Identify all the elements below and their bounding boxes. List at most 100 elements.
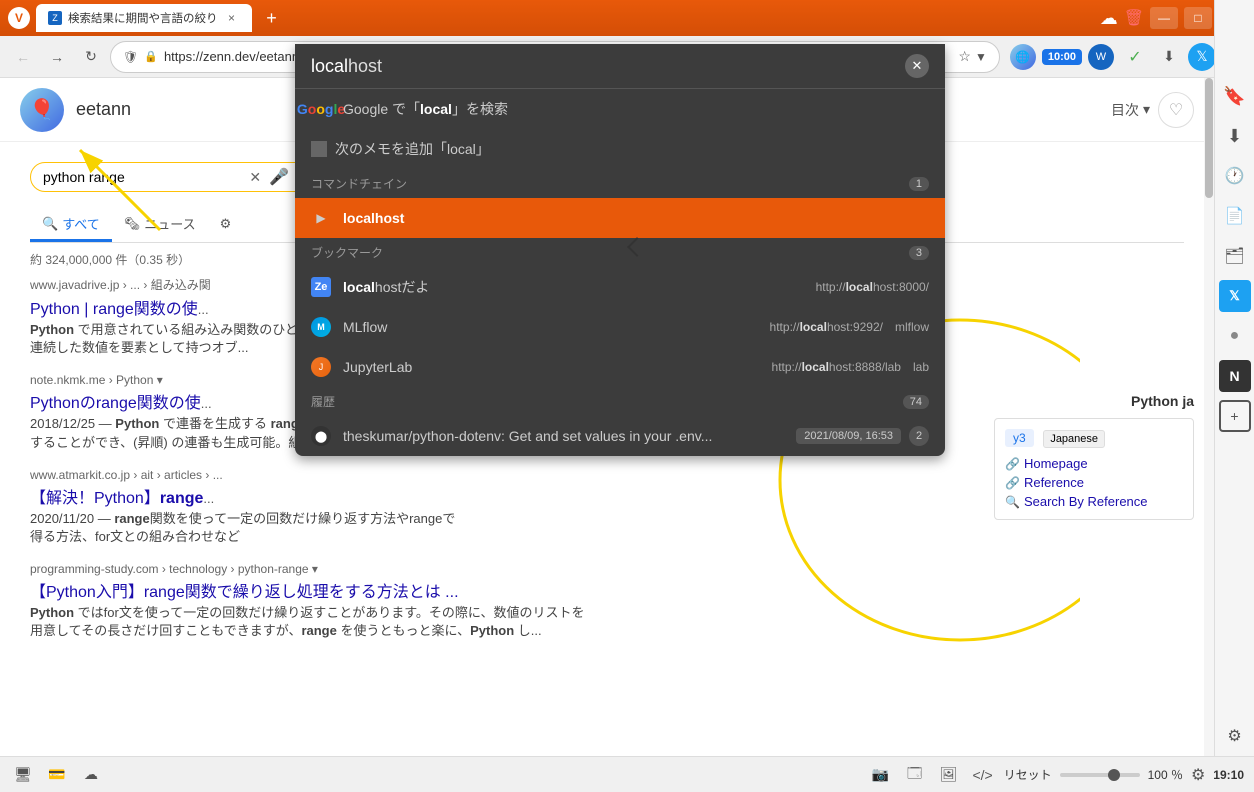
right-sidebar: 🔖 ⬇ 🕐 📄 🗂 𝕏 ● N + ⚙ bbox=[1214, 0, 1254, 792]
reset-label[interactable]: リセット bbox=[1004, 766, 1052, 783]
sidebar-n-icon[interactable]: N bbox=[1219, 360, 1251, 392]
bookmark-icon[interactable]: ☆ bbox=[958, 48, 971, 65]
omnibox-close-button[interactable]: ✕ bbox=[905, 54, 929, 78]
tab-title: 検索結果に期間や言語の絞り bbox=[68, 10, 218, 26]
extensions-button[interactable]: W bbox=[1086, 42, 1116, 72]
omnibox-localhost-item[interactable]: ▶ localhost bbox=[295, 198, 945, 238]
zoom-slider[interactable] bbox=[1060, 773, 1140, 777]
localhost-icon: ▶ bbox=[311, 208, 331, 228]
zoom-control bbox=[1060, 773, 1140, 777]
bottom-gear-icon[interactable]: ⚙ bbox=[1191, 765, 1205, 785]
favorite-button[interactable]: ♡ bbox=[1158, 92, 1194, 128]
more-icon: ⚙ bbox=[220, 216, 232, 232]
bottom-camera-icon[interactable]: 📷 bbox=[868, 762, 894, 788]
reference-label: Reference bbox=[1024, 475, 1084, 490]
omnibox-history-1[interactable]: ⬤ theskumar/python-dotenv: Get and set v… bbox=[295, 416, 945, 456]
ze-icon: Ze bbox=[311, 277, 331, 297]
history-date-badge: 2021/08/09, 16:53 bbox=[796, 428, 901, 444]
back-button[interactable]: ← bbox=[8, 42, 38, 72]
bookmark-section-label: ブックマーク bbox=[311, 244, 383, 261]
omnibox-completed-text: host bbox=[348, 56, 382, 76]
sidebar-history-icon[interactable]: 🕐 bbox=[1219, 160, 1251, 192]
toc-label: 目次 bbox=[1111, 100, 1139, 120]
google-search-suffix: 」を検索 bbox=[452, 101, 508, 117]
bottom-cloud-icon[interactable]: ☁ bbox=[78, 762, 104, 788]
search-input[interactable] bbox=[43, 169, 241, 185]
twitter-icon[interactable]: 𝕏 bbox=[1188, 43, 1216, 71]
toc-button[interactable]: 目次 ▾ bbox=[1111, 100, 1150, 120]
shield-icon: 🛡 bbox=[123, 50, 138, 64]
tab-close-button[interactable]: × bbox=[224, 10, 240, 26]
bookmark-3-tag: lab bbox=[913, 360, 929, 374]
omnibox-bookmark-3[interactable]: J JupyterLab http://localhost:8888/lab l… bbox=[295, 347, 945, 387]
history-section-count: 74 bbox=[903, 395, 929, 409]
bottom-card-icon[interactable]: 💳 bbox=[44, 762, 70, 788]
omnibox-google-search-item[interactable]: Google Google で「local」を検索 bbox=[295, 89, 945, 129]
bookmark-3-url: http://localhost:8888/lab bbox=[772, 360, 901, 374]
new-tab-button[interactable]: + bbox=[258, 4, 286, 32]
google-search-bold: local bbox=[420, 101, 452, 117]
bookmark-2-tag: mlflow bbox=[895, 320, 929, 334]
external-icon2: 🔗 bbox=[1005, 476, 1020, 490]
site-logo: 🎈 bbox=[20, 88, 64, 132]
sidebar-reading-icon[interactable]: 📄 bbox=[1219, 200, 1251, 232]
omnibox-bookmark-1[interactable]: Ze localhostだよ http://localhost:8000/ bbox=[295, 267, 945, 307]
tab-news[interactable]: 🗞 ニュース bbox=[112, 208, 208, 242]
dropdown-icon[interactable]: ▼ bbox=[975, 50, 987, 64]
omnibox-history-section: 履歴 74 bbox=[295, 387, 945, 416]
search-by-reference-link[interactable]: 🔍 Search By Reference bbox=[1005, 494, 1183, 509]
news-icon: 🗞 bbox=[124, 216, 141, 232]
scrollbar-thumb bbox=[1205, 78, 1213, 198]
bottom-monitor-icon[interactable]: 🖥 bbox=[10, 762, 36, 788]
cloud-icon[interactable]: ☁ bbox=[1100, 8, 1118, 29]
active-tab[interactable]: Z 検索結果に期間や言語の絞り × bbox=[36, 4, 252, 32]
omnibox-command-section: コマンドチェイン 1 bbox=[295, 169, 945, 198]
mlflow-icon: M bbox=[311, 317, 331, 337]
reference-link[interactable]: 🔗 Reference bbox=[1005, 475, 1183, 490]
homepage-link[interactable]: 🔗 Homepage bbox=[1005, 456, 1183, 471]
sidebar-download-icon[interactable]: ⬇ bbox=[1219, 120, 1251, 152]
result-item: programming-study.com › technology › pyt… bbox=[30, 562, 1184, 640]
minimize-button[interactable]: — bbox=[1150, 7, 1178, 29]
omnibox-bookmark-section: ブックマーク 3 bbox=[295, 238, 945, 267]
result-title[interactable]: 【Python入門】range関数で繰り返し処理をする方法とは ... bbox=[30, 578, 1184, 602]
sidebar-twitter-icon[interactable]: 𝕏 bbox=[1219, 280, 1251, 312]
tab-more[interactable]: ⚙ bbox=[208, 210, 244, 241]
memo-label: 次のメモを追加「local」 bbox=[335, 139, 490, 159]
maximize-button[interactable]: □ bbox=[1184, 7, 1212, 29]
sidebar-add-icon[interactable]: + bbox=[1219, 400, 1251, 432]
download-nav-icon[interactable]: ⬇ bbox=[1154, 42, 1184, 72]
forward-button[interactable]: → bbox=[42, 42, 72, 72]
memo-item[interactable]: 次のメモを追加「local」 bbox=[295, 129, 945, 169]
search-clear-icon[interactable]: ✕ bbox=[249, 169, 261, 186]
jupyter-icon: J bbox=[311, 357, 331, 377]
bottom-code-icon[interactable]: </> bbox=[970, 762, 996, 788]
history-section-label: 履歴 bbox=[311, 393, 335, 410]
bottom-image-icon[interactable]: 🖼 bbox=[936, 762, 962, 788]
search-mic-icon[interactable]: 🎤 bbox=[269, 167, 289, 187]
sidebar-bookmark-icon[interactable]: 🔖 bbox=[1219, 80, 1251, 112]
sidebar-collections-icon[interactable]: 🗂 bbox=[1219, 240, 1251, 272]
profile-button[interactable]: 🌐 bbox=[1008, 42, 1038, 72]
sidebar-gear-icon[interactable]: ⚙ bbox=[1219, 720, 1251, 752]
localhost-label: localhost bbox=[343, 210, 404, 226]
tab-all-label: すべて bbox=[62, 214, 100, 233]
search-icon-small: 🔍 bbox=[42, 216, 58, 232]
bookmark-1-url: http://localhost:8000/ bbox=[816, 280, 929, 294]
title-bar: V Z 検索結果に期間や言語の絞り × + ☁ 🗑 — □ ✕ bbox=[0, 0, 1254, 36]
trash-icon[interactable]: 🗑 bbox=[1124, 8, 1144, 28]
scrollbar[interactable] bbox=[1204, 78, 1214, 756]
bookmark-2-url: http://localhost:9292/ bbox=[770, 320, 883, 334]
history-num-badge: 2 bbox=[909, 426, 929, 446]
browser-icon: V bbox=[8, 7, 30, 29]
tab-all[interactable]: 🔍 すべて bbox=[30, 208, 112, 242]
omnibox-bookmark-2[interactable]: M MLflow http://localhost:9292/ mlflow bbox=[295, 307, 945, 347]
history-1-text: theskumar/python-dotenv: Get and set val… bbox=[343, 428, 776, 444]
zoom-slider-thumb[interactable] bbox=[1108, 769, 1120, 781]
tab-favicon: Z bbox=[48, 11, 62, 25]
check-icon[interactable]: ✓ bbox=[1120, 42, 1150, 72]
bottom-window-icon[interactable]: 🗔 bbox=[902, 762, 928, 788]
search-bar[interactable]: ✕ 🎤 🔍 bbox=[30, 162, 330, 192]
sidebar-dot-icon[interactable]: ● bbox=[1219, 320, 1251, 352]
reload-button[interactable]: ↻ bbox=[76, 42, 106, 72]
